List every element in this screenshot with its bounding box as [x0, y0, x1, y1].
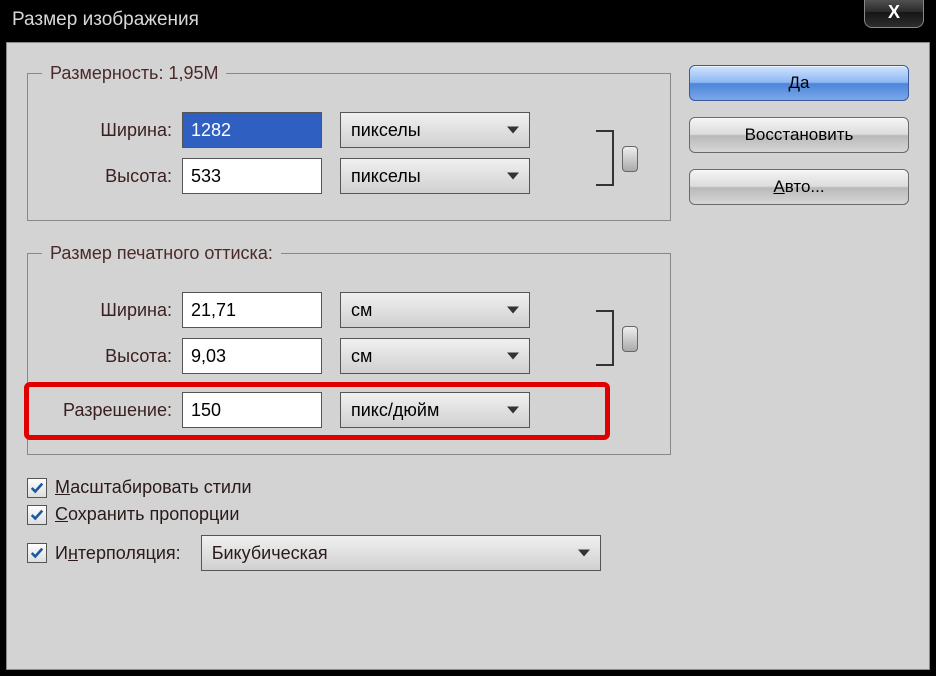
resolution-label: Разрешение: [42, 400, 182, 421]
pixel-width-unit-combo[interactable]: пикселы [340, 112, 530, 148]
width-label: Ширина: [42, 120, 182, 141]
auto-button[interactable]: Авто... [689, 169, 909, 205]
chevron-down-icon [507, 353, 519, 360]
print-width-label: Ширина: [42, 300, 182, 321]
link-bracket-icon [596, 130, 614, 186]
ok-button[interactable]: Да [689, 65, 909, 101]
print-height-unit-combo[interactable]: см [340, 338, 530, 374]
pixel-width-unit-value: пикселы [351, 120, 421, 141]
reset-button-label: Восстановить [745, 125, 854, 145]
chevron-down-icon [507, 127, 519, 134]
resample-checkbox[interactable] [27, 543, 47, 563]
pixel-height-unit-value: пикселы [351, 166, 421, 187]
constrain-proportions-label: Сохранить пропорции [55, 504, 239, 525]
reset-button[interactable]: Восстановить [689, 117, 909, 153]
pixel-dimensions-group: Размерность: 1,95M Ширина: пикселы Высот… [27, 63, 671, 221]
print-size-group: Размер печатного оттиска: Ширина: см Выс… [27, 243, 671, 455]
link-bracket-icon [596, 310, 614, 366]
chevron-down-icon [507, 173, 519, 180]
constrain-link-icon[interactable] [622, 146, 638, 172]
auto-button-label: Авто... [773, 177, 824, 197]
print-height-label: Высота: [42, 346, 182, 367]
dialog-body: Размерность: 1,95M Ширина: пикселы Высот… [6, 42, 930, 670]
chevron-down-icon [507, 407, 519, 414]
pixel-height-unit-combo[interactable]: пикселы [340, 158, 530, 194]
print-size-legend: Размер печатного оттиска: [42, 243, 281, 264]
chevron-down-icon [507, 307, 519, 314]
resample-method-value: Бикубическая [212, 543, 328, 564]
check-icon [30, 508, 44, 522]
check-icon [30, 546, 44, 560]
scale-styles-label: Масштабировать стили [55, 477, 252, 498]
image-size-dialog: Размер изображения X Размерность: 1,95M … [0, 0, 936, 676]
check-icon [30, 481, 44, 495]
resample-row: Интерполяция: Бикубическая [27, 535, 671, 571]
close-button[interactable]: X [864, 0, 924, 28]
height-label: Высота: [42, 166, 182, 187]
titlebar: Размер изображения X [0, 0, 936, 40]
scale-styles-checkbox[interactable] [27, 478, 47, 498]
pixel-dimensions-legend: Размерность: 1,95M [42, 63, 226, 84]
scale-styles-row: Масштабировать стили [27, 477, 671, 498]
resolution-unit-combo[interactable]: пикс/дюйм [340, 392, 530, 428]
ok-button-label: Да [789, 73, 810, 93]
dialog-buttons: Да Восстановить Авто... [689, 63, 909, 205]
pixel-width-input[interactable] [182, 112, 322, 148]
resample-method-combo[interactable]: Бикубическая [201, 535, 601, 571]
chevron-down-icon [578, 550, 590, 557]
constrain-link-icon[interactable] [622, 326, 638, 352]
print-width-unit-combo[interactable]: см [340, 292, 530, 328]
print-width-input[interactable] [182, 292, 322, 328]
close-icon: X [888, 2, 900, 23]
pixel-height-input[interactable] [182, 158, 322, 194]
resolution-input[interactable] [182, 392, 322, 428]
window-title: Размер изображения [12, 9, 199, 31]
constrain-proportions-checkbox[interactable] [27, 505, 47, 525]
print-height-input[interactable] [182, 338, 322, 374]
print-height-unit-value: см [351, 346, 372, 367]
constrain-proportions-row: Сохранить пропорции [27, 504, 671, 525]
print-width-unit-value: см [351, 300, 372, 321]
resample-label: Интерполяция: [55, 543, 181, 564]
resolution-unit-value: пикс/дюйм [351, 400, 439, 421]
